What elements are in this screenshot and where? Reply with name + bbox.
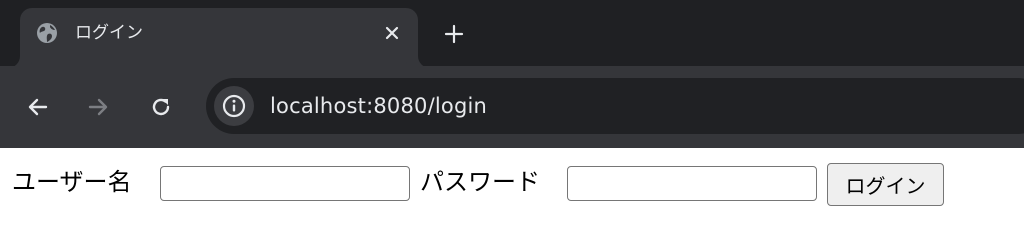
back-button[interactable] — [24, 93, 52, 121]
tab-title: ログイン — [75, 23, 143, 43]
forward-button[interactable] — [84, 93, 112, 121]
url-text[interactable]: localhost:8080/login — [270, 78, 487, 134]
tab-strip: ログイン — [0, 0, 1024, 68]
page-content: ユーザー名 パスワード ログイン — [0, 148, 1024, 242]
login-button[interactable]: ログイン — [827, 163, 944, 206]
globe-icon — [35, 21, 59, 45]
reload-button[interactable] — [147, 93, 175, 121]
password-input[interactable] — [567, 166, 817, 201]
username-input[interactable] — [160, 166, 410, 201]
password-label: パスワード — [420, 168, 540, 196]
close-icon[interactable] — [380, 21, 404, 45]
address-bar[interactable]: localhost:8080/login — [206, 78, 1024, 134]
reload-icon — [148, 94, 174, 120]
arrow-right-icon — [85, 94, 111, 120]
plus-icon — [443, 23, 465, 45]
info-icon — [221, 93, 247, 119]
new-tab-button[interactable] — [440, 20, 468, 48]
site-info-button[interactable] — [214, 86, 254, 126]
toolbar: localhost:8080/login — [0, 66, 1024, 148]
browser-window: ログイン localhost:8080/login ユーザー名 パスワード ログ… — [0, 0, 1024, 242]
username-label: ユーザー名 — [12, 168, 132, 196]
tab-login[interactable]: ログイン — [20, 8, 418, 68]
arrow-left-icon — [25, 94, 51, 120]
